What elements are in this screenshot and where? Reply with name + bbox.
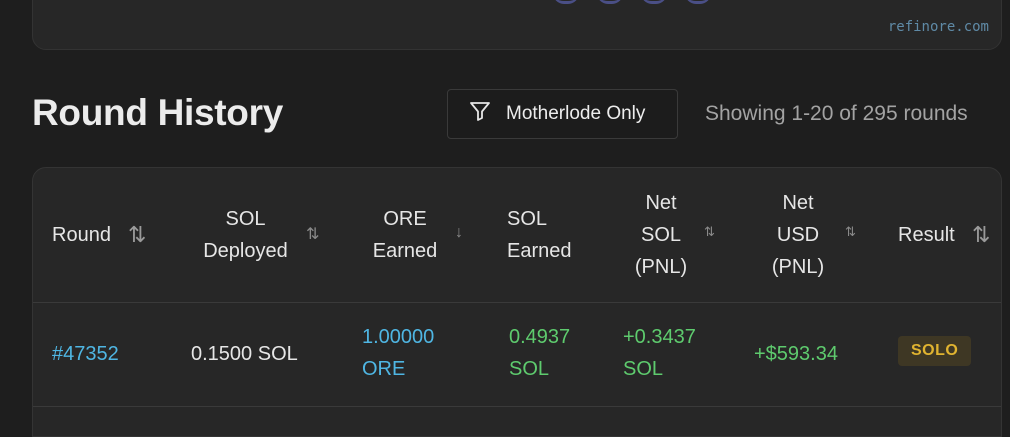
sort-icon[interactable]: ⇅ — [306, 224, 319, 244]
column-header-label: (PNL) — [634, 256, 688, 278]
net-sol-cell: +0.3437 SOL — [623, 321, 696, 385]
result-badge: SOLO — [898, 336, 972, 366]
ore-earned-value: 1.00000 — [362, 326, 435, 348]
column-header-label: (PNL) — [771, 256, 825, 278]
column-header-round[interactable]: Round ⇅ — [52, 219, 146, 251]
column-header-sol-deployed[interactable]: SOL Deployed — [193, 203, 298, 267]
column-header-net-sol[interactable]: Net SOL (PNL) — [626, 187, 696, 283]
page-title: Round History — [32, 92, 283, 133]
sol-deployed-cell: 0.1500 SOL — [191, 343, 298, 365]
column-header-label: Earned — [507, 240, 572, 262]
column-header-label: Net — [782, 192, 814, 214]
column-header-sol-earned: SOL Earned — [507, 203, 572, 267]
motherlode-filter-button[interactable]: Motherlode Only — [447, 89, 678, 139]
sort-icon[interactable]: ⇅ — [845, 224, 856, 240]
column-header-label: SOL — [507, 208, 548, 230]
column-header-label: USD — [776, 224, 820, 246]
column-header-label: Round — [52, 224, 111, 246]
filter-label: Motherlode Only — [506, 103, 646, 124]
sol-earned-cell: 0.4937 SOL — [509, 321, 570, 385]
column-header-label: Net — [645, 192, 677, 214]
net-sol-value: +0.3437 — [623, 326, 696, 348]
column-header-result[interactable]: Result ⇅ — [898, 219, 990, 251]
decorative-dots — [553, 0, 711, 4]
round-link[interactable]: #47352 — [52, 338, 119, 370]
net-usd-cell: +$593.34 — [754, 343, 838, 365]
column-header-label: Deployed — [203, 240, 288, 262]
sol-earned-value: 0.4937 — [509, 326, 571, 348]
column-header-label: SOL — [640, 224, 682, 246]
column-header-label: Result — [898, 224, 955, 246]
sol-earned-unit: SOL — [509, 358, 550, 380]
sort-icon[interactable]: ⇅ — [128, 219, 146, 251]
column-header-net-usd[interactable]: Net USD (PNL) — [761, 187, 835, 283]
round-history-table: Round ⇅ SOL Deployed ⇅ ORE Earned ↓ SOL … — [32, 167, 1002, 437]
stats-card: refinore.com — [32, 0, 1002, 50]
sort-icon[interactable]: ⇅ — [704, 224, 715, 240]
net-sol-unit: SOL — [623, 358, 664, 380]
column-header-label: ORE — [383, 208, 427, 230]
ore-earned-unit: ORE — [362, 358, 406, 380]
column-header-ore-earned[interactable]: ORE Earned — [355, 203, 455, 267]
sort-desc-icon[interactable]: ↓ — [455, 224, 463, 242]
brand-watermark: refinore.com — [887, 19, 989, 35]
table-header: Round ⇅ SOL Deployed ⇅ ORE Earned ↓ SOL … — [33, 168, 1001, 303]
pagination-summary: Showing 1-20 of 295 rounds — [705, 102, 968, 125]
column-header-label: Earned — [372, 240, 438, 262]
table-row[interactable]: #47352 0.1500 SOL 1.00000 ORE 0.4937 SOL… — [33, 302, 1001, 407]
column-header-label: SOL — [225, 208, 266, 230]
ore-earned-cell: 1.00000 ORE — [362, 321, 434, 385]
filter-icon — [468, 99, 492, 129]
sort-icon[interactable]: ⇅ — [972, 219, 990, 251]
